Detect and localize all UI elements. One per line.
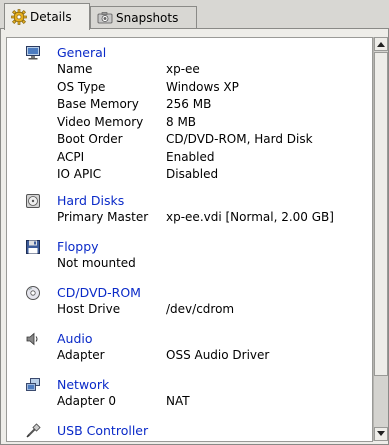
detail-value: 256 MB [166,97,212,111]
detail-row: OS Type Windows XP [57,80,367,97]
details-panel: General Name xp-ee OS Type Windows XP Ba… [0,28,389,445]
tab-bar: Details Snapshots [0,0,389,30]
tab-details[interactable]: Details [4,3,90,30]
detail-key: Base Memory [57,97,139,111]
section-title-network[interactable]: Network [57,377,109,392]
scroll-up-button[interactable] [374,37,388,51]
detail-key: ACPI [57,149,85,164]
detail-key: Adapter [57,348,105,362]
detail-row: ACPI Enabled [57,150,367,167]
scroll-down-button[interactable] [374,427,388,441]
detail-row: Adapter OSS Audio Driver [57,348,367,365]
detail-value: Windows XP [166,79,239,94]
network-icon [25,377,41,393]
detail-value: /dev/cdrom [166,302,235,316]
speaker-icon [25,331,41,347]
section-title-floppy[interactable]: Floppy [57,239,99,254]
tab-snapshots-label: Snapshots [116,10,179,25]
detail-value: xp-ee.vdi [Normal, 2.00 GB] [166,210,334,224]
cd-icon [25,285,41,301]
detail-row: Base Memory 256 MB [57,97,367,114]
detail-value: OSS Audio Driver [166,348,270,362]
detail-value: CD/DVD-ROM, Hard Disk [166,132,313,146]
detail-row: Adapter 0 NAT [57,394,367,411]
detail-key: Adapter 0 [57,394,117,408]
section-title-audio[interactable]: Audio [57,331,93,346]
usb-icon [25,423,41,439]
scroll-thumb[interactable] [374,52,388,376]
detail-key: Boot Order [57,132,123,146]
detail-key: Host Drive [57,302,121,316]
detail-value: 8 MB [166,114,197,129]
arrow-up-icon [377,42,385,47]
detail-row: Primary Master xp-ee.vdi [Normal, 2.00 G… [57,210,367,227]
tab-snapshots[interactable]: Snapshots [90,6,197,28]
detail-row: Not mounted [57,256,367,273]
detail-key: Primary Master [57,210,149,224]
detail-key: Video Memory [57,114,144,129]
detail-value: xp-ee [166,62,200,76]
detail-row: Name xp-ee [57,62,367,79]
section-title-general[interactable]: General [57,45,106,60]
monitor-icon [25,45,41,61]
detail-row: Video Memory 8 MB [57,115,367,132]
tab-details-label: Details [30,10,72,24]
detail-key: OS Type [57,79,106,94]
camera-icon [97,10,113,26]
section-title-hard-disks[interactable]: Hard Disks [57,193,124,208]
gear-icon [11,9,27,25]
detail-row: Boot Order CD/DVD-ROM, Hard Disk [57,132,367,149]
section-title-usb[interactable]: USB Controller [57,423,148,438]
detail-row: Host Drive /dev/cdrom [57,302,367,319]
detail-value: Disabled [166,167,219,181]
hard-disk-icon [25,193,41,209]
floppy-icon [25,239,41,255]
section-title-cdrom[interactable]: CD/DVD-ROM [57,285,141,300]
detail-value: NAT [166,394,190,408]
details-content: General Name xp-ee OS Type Windows XP Ba… [6,37,373,442]
detail-value: Enabled [166,149,215,164]
detail-key: Not mounted [57,256,136,270]
arrow-down-icon [377,431,385,436]
vertical-scrollbar[interactable] [373,37,388,441]
detail-row: IO APIC Disabled [57,167,367,184]
detail-key: IO APIC [57,167,102,181]
detail-key: Name [57,62,93,76]
